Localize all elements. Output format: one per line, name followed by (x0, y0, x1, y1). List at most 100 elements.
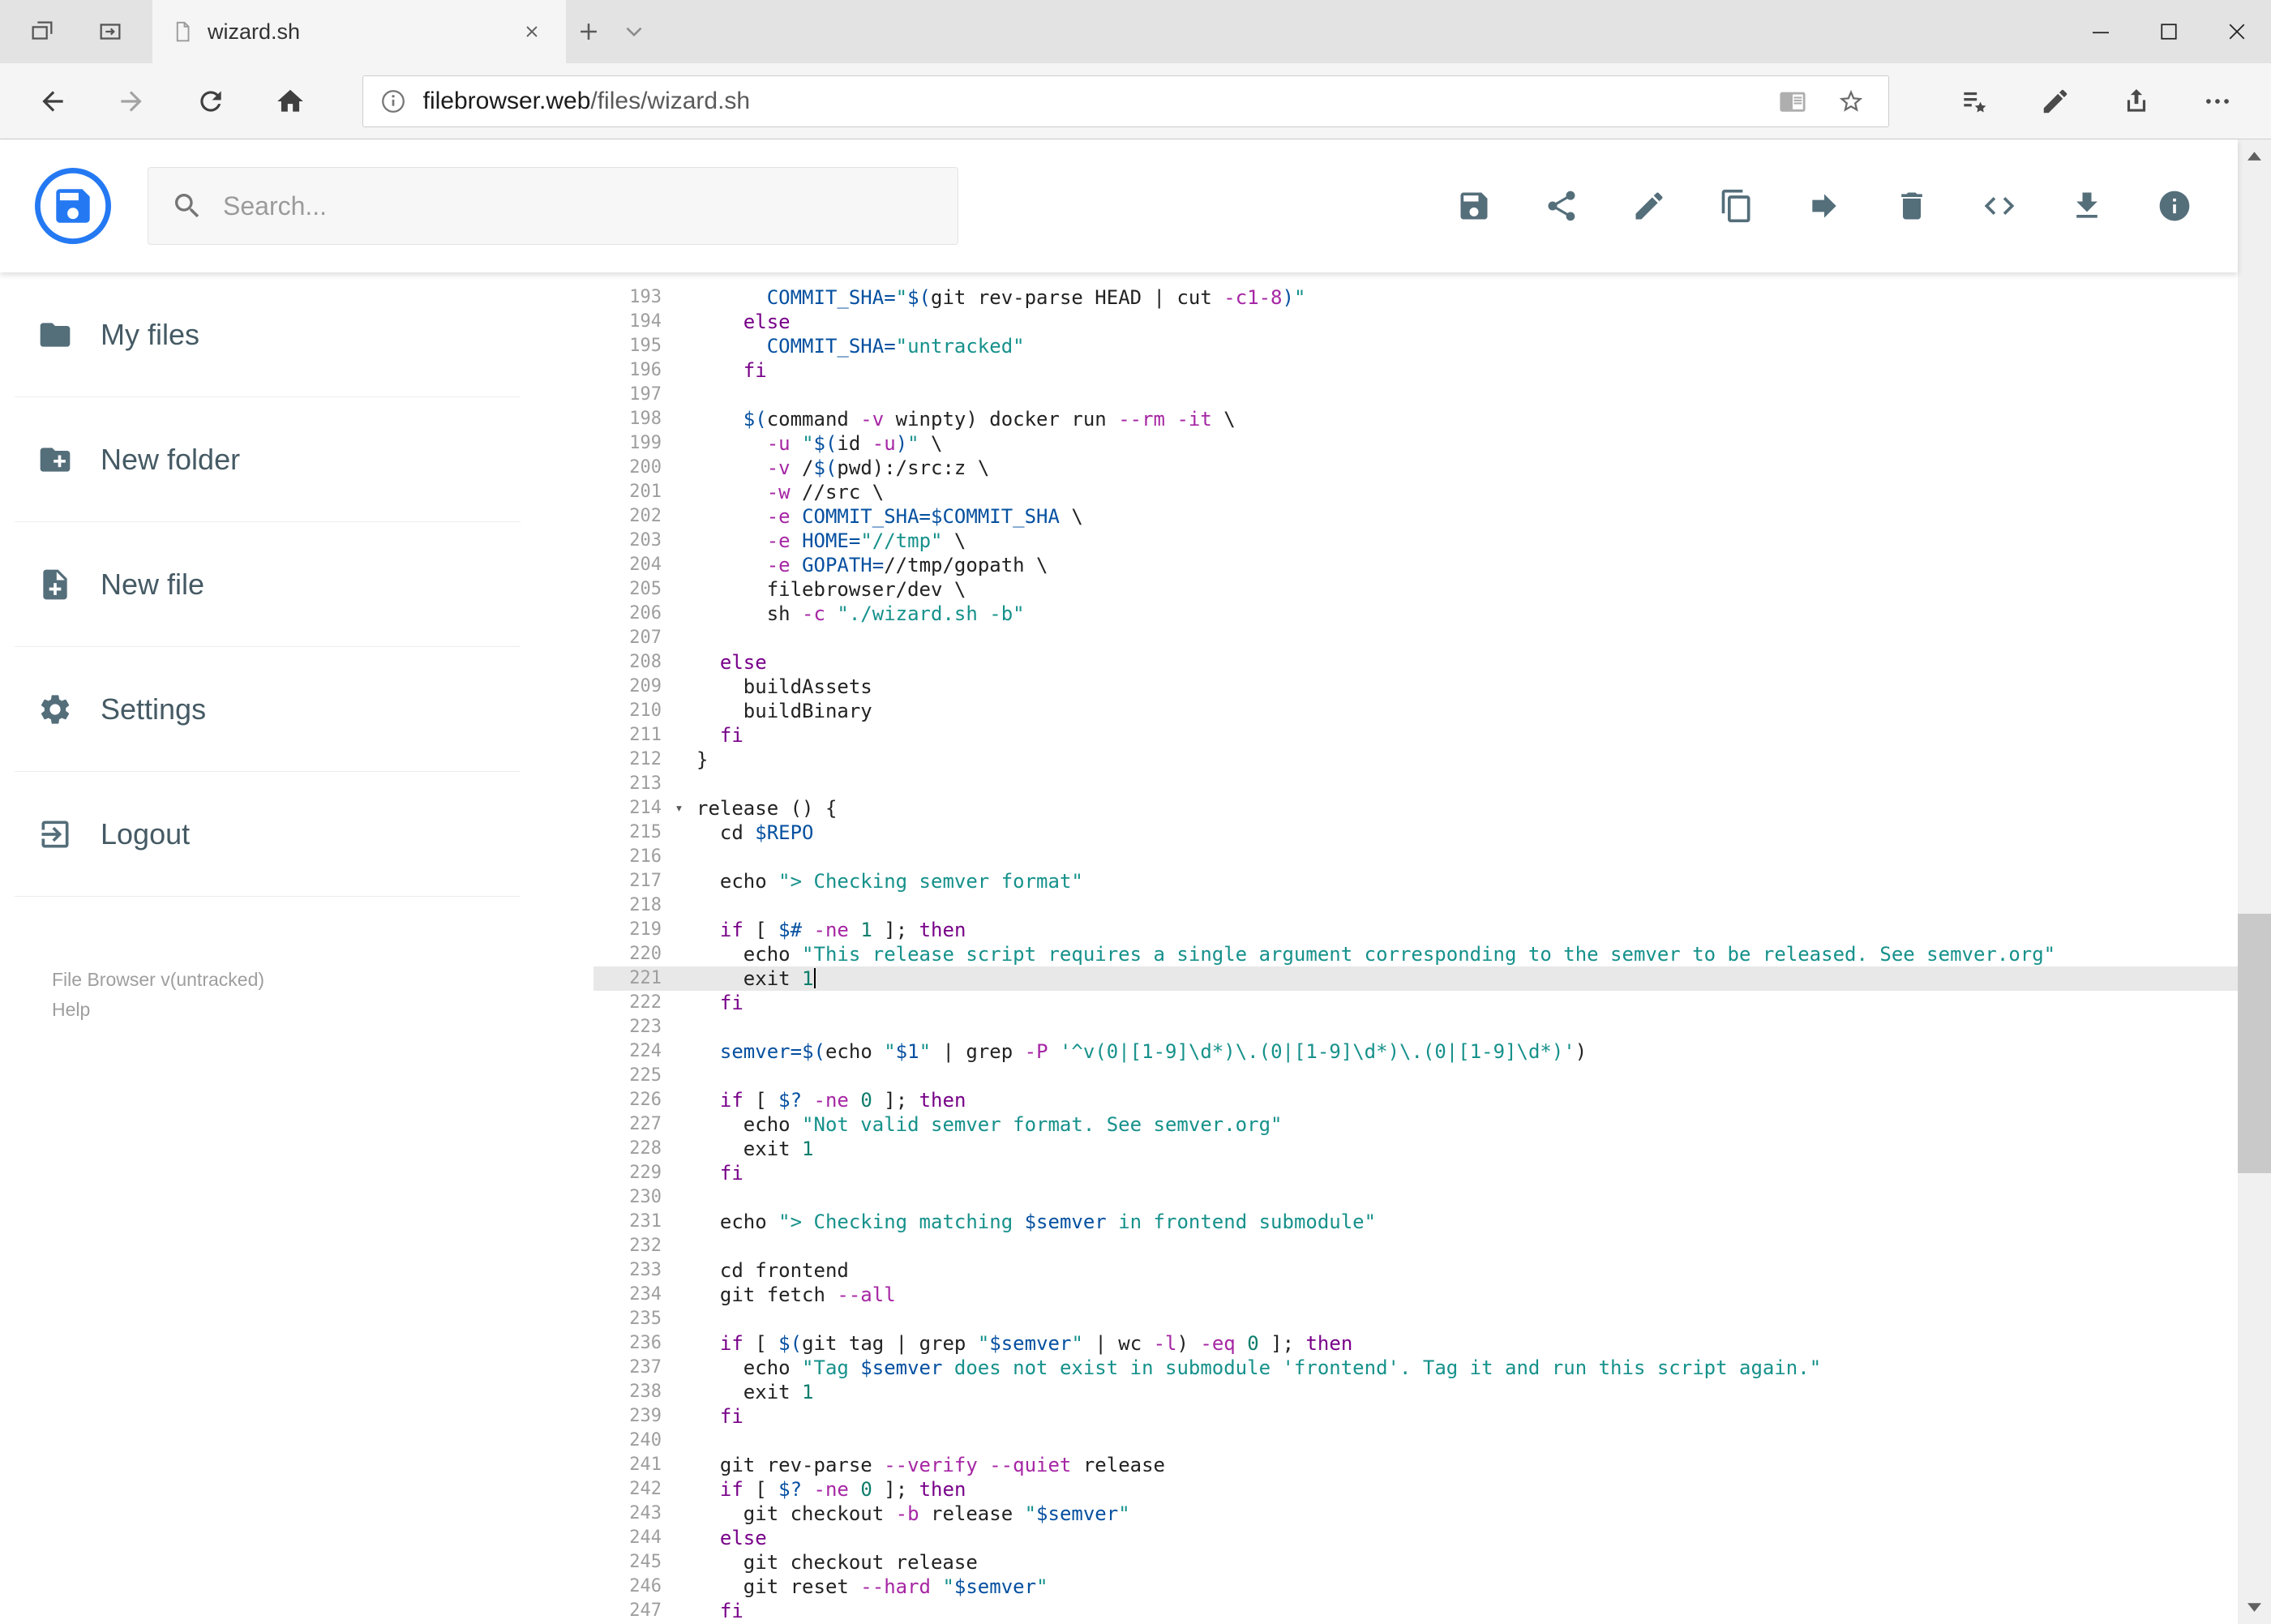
code-line-236[interactable]: 236 if [ $(git tag | grep "$semver" | wc… (593, 1331, 2238, 1356)
settings-more-button[interactable] (2177, 63, 2258, 139)
sidebar-item-my-files[interactable]: My files (15, 272, 521, 397)
back-button[interactable] (13, 63, 92, 139)
code-line-235[interactable]: 235 (593, 1307, 2238, 1331)
code-line-237[interactable]: 237 echo "Tag $semver does not exist in … (593, 1356, 2238, 1380)
web-notes-button[interactable] (2015, 63, 2096, 139)
filebrowser-logo[interactable] (34, 167, 112, 245)
code-line-216[interactable]: 216 (593, 845, 2238, 869)
add-favorite-button[interactable] (1830, 80, 1872, 122)
code-line-197[interactable]: 197 (593, 383, 2238, 407)
code-line-219[interactable]: 219 if [ $# -ne 1 ]; then (593, 918, 2238, 942)
delete-button[interactable] (1876, 170, 1947, 242)
code-line-245[interactable]: 245 git checkout release (593, 1550, 2238, 1575)
help-link[interactable]: Help (52, 995, 535, 1025)
code-line-209[interactable]: 209 buildAssets (593, 675, 2238, 699)
tab-close-button[interactable] (516, 15, 548, 48)
share-button[interactable] (1526, 170, 1597, 242)
rename-button[interactable] (1613, 170, 1685, 242)
code-line-224[interactable]: 224 semver=$(echo "$1" | grep -P '^v(0|[… (593, 1039, 2238, 1064)
close-window-button[interactable] (2203, 0, 2271, 63)
code-line-234[interactable]: 234 git fetch --all (593, 1283, 2238, 1307)
code-line-238[interactable]: 238 exit 1 (593, 1380, 2238, 1404)
refresh-button[interactable] (171, 63, 251, 139)
code-line-195[interactable]: 195 COMMIT_SHA="untracked" (593, 334, 2238, 358)
code-line-229[interactable]: 229 fi (593, 1161, 2238, 1185)
share-button[interactable] (2096, 63, 2177, 139)
code-line-221[interactable]: 221 exit 1 (593, 966, 2238, 991)
code-line-211[interactable]: 211 fi (593, 723, 2238, 748)
fold-marker[interactable]: ▾ (662, 796, 696, 821)
code-line-232[interactable]: 232 (593, 1234, 2238, 1258)
info-button[interactable] (2139, 170, 2210, 242)
browser-tab[interactable]: wizard.sh (152, 0, 566, 63)
save-button[interactable] (1438, 170, 1510, 242)
code-line-205[interactable]: 205 filebrowser/dev \ (593, 577, 2238, 602)
search-box[interactable] (148, 167, 958, 245)
download-button[interactable] (2051, 170, 2123, 242)
code-line-241[interactable]: 241 git rev-parse --verify --quiet relea… (593, 1453, 2238, 1477)
scrollbar-up-button[interactable] (2238, 139, 2271, 173)
minimize-button[interactable] (2067, 0, 2135, 63)
code-line-225[interactable]: 225 (593, 1064, 2238, 1088)
home-button[interactable] (251, 63, 330, 139)
hub-favorites-button[interactable] (1934, 63, 2015, 139)
sidebar-item-new-file[interactable]: New file (15, 522, 521, 647)
move-button[interactable] (1789, 170, 1860, 242)
set-tabs-aside-button[interactable] (19, 0, 65, 63)
code-line-223[interactable]: 223 (593, 1015, 2238, 1039)
code-line-193[interactable]: 193 COMMIT_SHA="$(git rev-parse HEAD | c… (593, 285, 2238, 310)
code-line-212[interactable]: 212} (593, 748, 2238, 772)
code-line-199[interactable]: 199 -u "$(id -u)" \ (593, 431, 2238, 456)
forward-button[interactable] (92, 63, 172, 139)
code-line-240[interactable]: 240 (593, 1429, 2238, 1453)
copy-button[interactable] (1701, 170, 1772, 242)
sidebar-item-logout[interactable]: Logout (15, 772, 521, 897)
code-line-230[interactable]: 230 (593, 1185, 2238, 1210)
raw-button[interactable] (1964, 170, 2035, 242)
code-line-210[interactable]: 210 buildBinary (593, 699, 2238, 723)
sidebar-item-new-folder[interactable]: New folder (15, 397, 521, 522)
code-line-214[interactable]: 214 ▾ release () { (593, 796, 2238, 821)
code-line-218[interactable]: 218 (593, 893, 2238, 918)
code-line-201[interactable]: 201 -w //src \ (593, 480, 2238, 504)
sidebar-item-settings[interactable]: Settings (15, 647, 521, 772)
code-line-244[interactable]: 244 else (593, 1526, 2238, 1550)
code-line-220[interactable]: 220 echo "This release script requires a… (593, 942, 2238, 966)
site-info-icon[interactable] (379, 88, 407, 115)
code-editor[interactable]: 193 COMMIT_SHA="$(git rev-parse HEAD | c… (593, 272, 2238, 1624)
code-line-227[interactable]: 227 echo "Not valid semver format. See s… (593, 1112, 2238, 1137)
code-line-228[interactable]: 228 exit 1 (593, 1137, 2238, 1161)
code-line-198[interactable]: 198 $(command -v winpty) docker run --rm… (593, 407, 2238, 431)
code-line-213[interactable]: 213 (593, 772, 2238, 796)
code-line-215[interactable]: 215 cd $REPO (593, 821, 2238, 845)
code-line-206[interactable]: 206 sh -c "./wizard.sh -b" (593, 602, 2238, 626)
code-line-202[interactable]: 202 -e COMMIT_SHA=$COMMIT_SHA \ (593, 504, 2238, 529)
code-line-222[interactable]: 222 fi (593, 991, 2238, 1015)
maximize-button[interactable] (2135, 0, 2203, 63)
tab-preview-toggle-button[interactable] (611, 0, 657, 63)
scrollbar-down-button[interactable] (2238, 1591, 2271, 1624)
code-line-231[interactable]: 231 echo "> Checking matching $semver in… (593, 1210, 2238, 1234)
address-bar[interactable]: filebrowser.web/files/wizard.sh (362, 75, 1890, 127)
code-line-246[interactable]: 246 git reset --hard "$semver" (593, 1575, 2238, 1599)
code-line-242[interactable]: 242 if [ $? -ne 0 ]; then (593, 1477, 2238, 1502)
new-tab-button[interactable] (566, 0, 611, 63)
reading-view-button[interactable] (1772, 80, 1814, 122)
search-input[interactable] (223, 191, 935, 221)
code-line-243[interactable]: 243 git checkout -b release "$semver" (593, 1502, 2238, 1526)
code-line-217[interactable]: 217 echo "> Checking semver format" (593, 869, 2238, 893)
code-line-226[interactable]: 226 if [ $? -ne 0 ]; then (593, 1088, 2238, 1112)
scrollbar-thumb[interactable] (2238, 914, 2271, 1173)
code-line-247[interactable]: 247 fi (593, 1599, 2238, 1623)
code-line-203[interactable]: 203 -e HOME="//tmp" \ (593, 529, 2238, 553)
code-line-208[interactable]: 208 else (593, 650, 2238, 675)
tabs-preview-button[interactable] (88, 0, 133, 63)
code-line-204[interactable]: 204 -e GOPATH=//tmp/gopath \ (593, 553, 2238, 577)
code-line-233[interactable]: 233 cd frontend (593, 1258, 2238, 1283)
code-line-194[interactable]: 194 else (593, 310, 2238, 334)
code-line-200[interactable]: 200 -v /$(pwd):/src:z \ (593, 456, 2238, 480)
code-line-207[interactable]: 207 (593, 626, 2238, 650)
code-line-239[interactable]: 239 fi (593, 1404, 2238, 1429)
code-line-196[interactable]: 196 fi (593, 358, 2238, 383)
page-scrollbar[interactable] (2238, 139, 2271, 1624)
